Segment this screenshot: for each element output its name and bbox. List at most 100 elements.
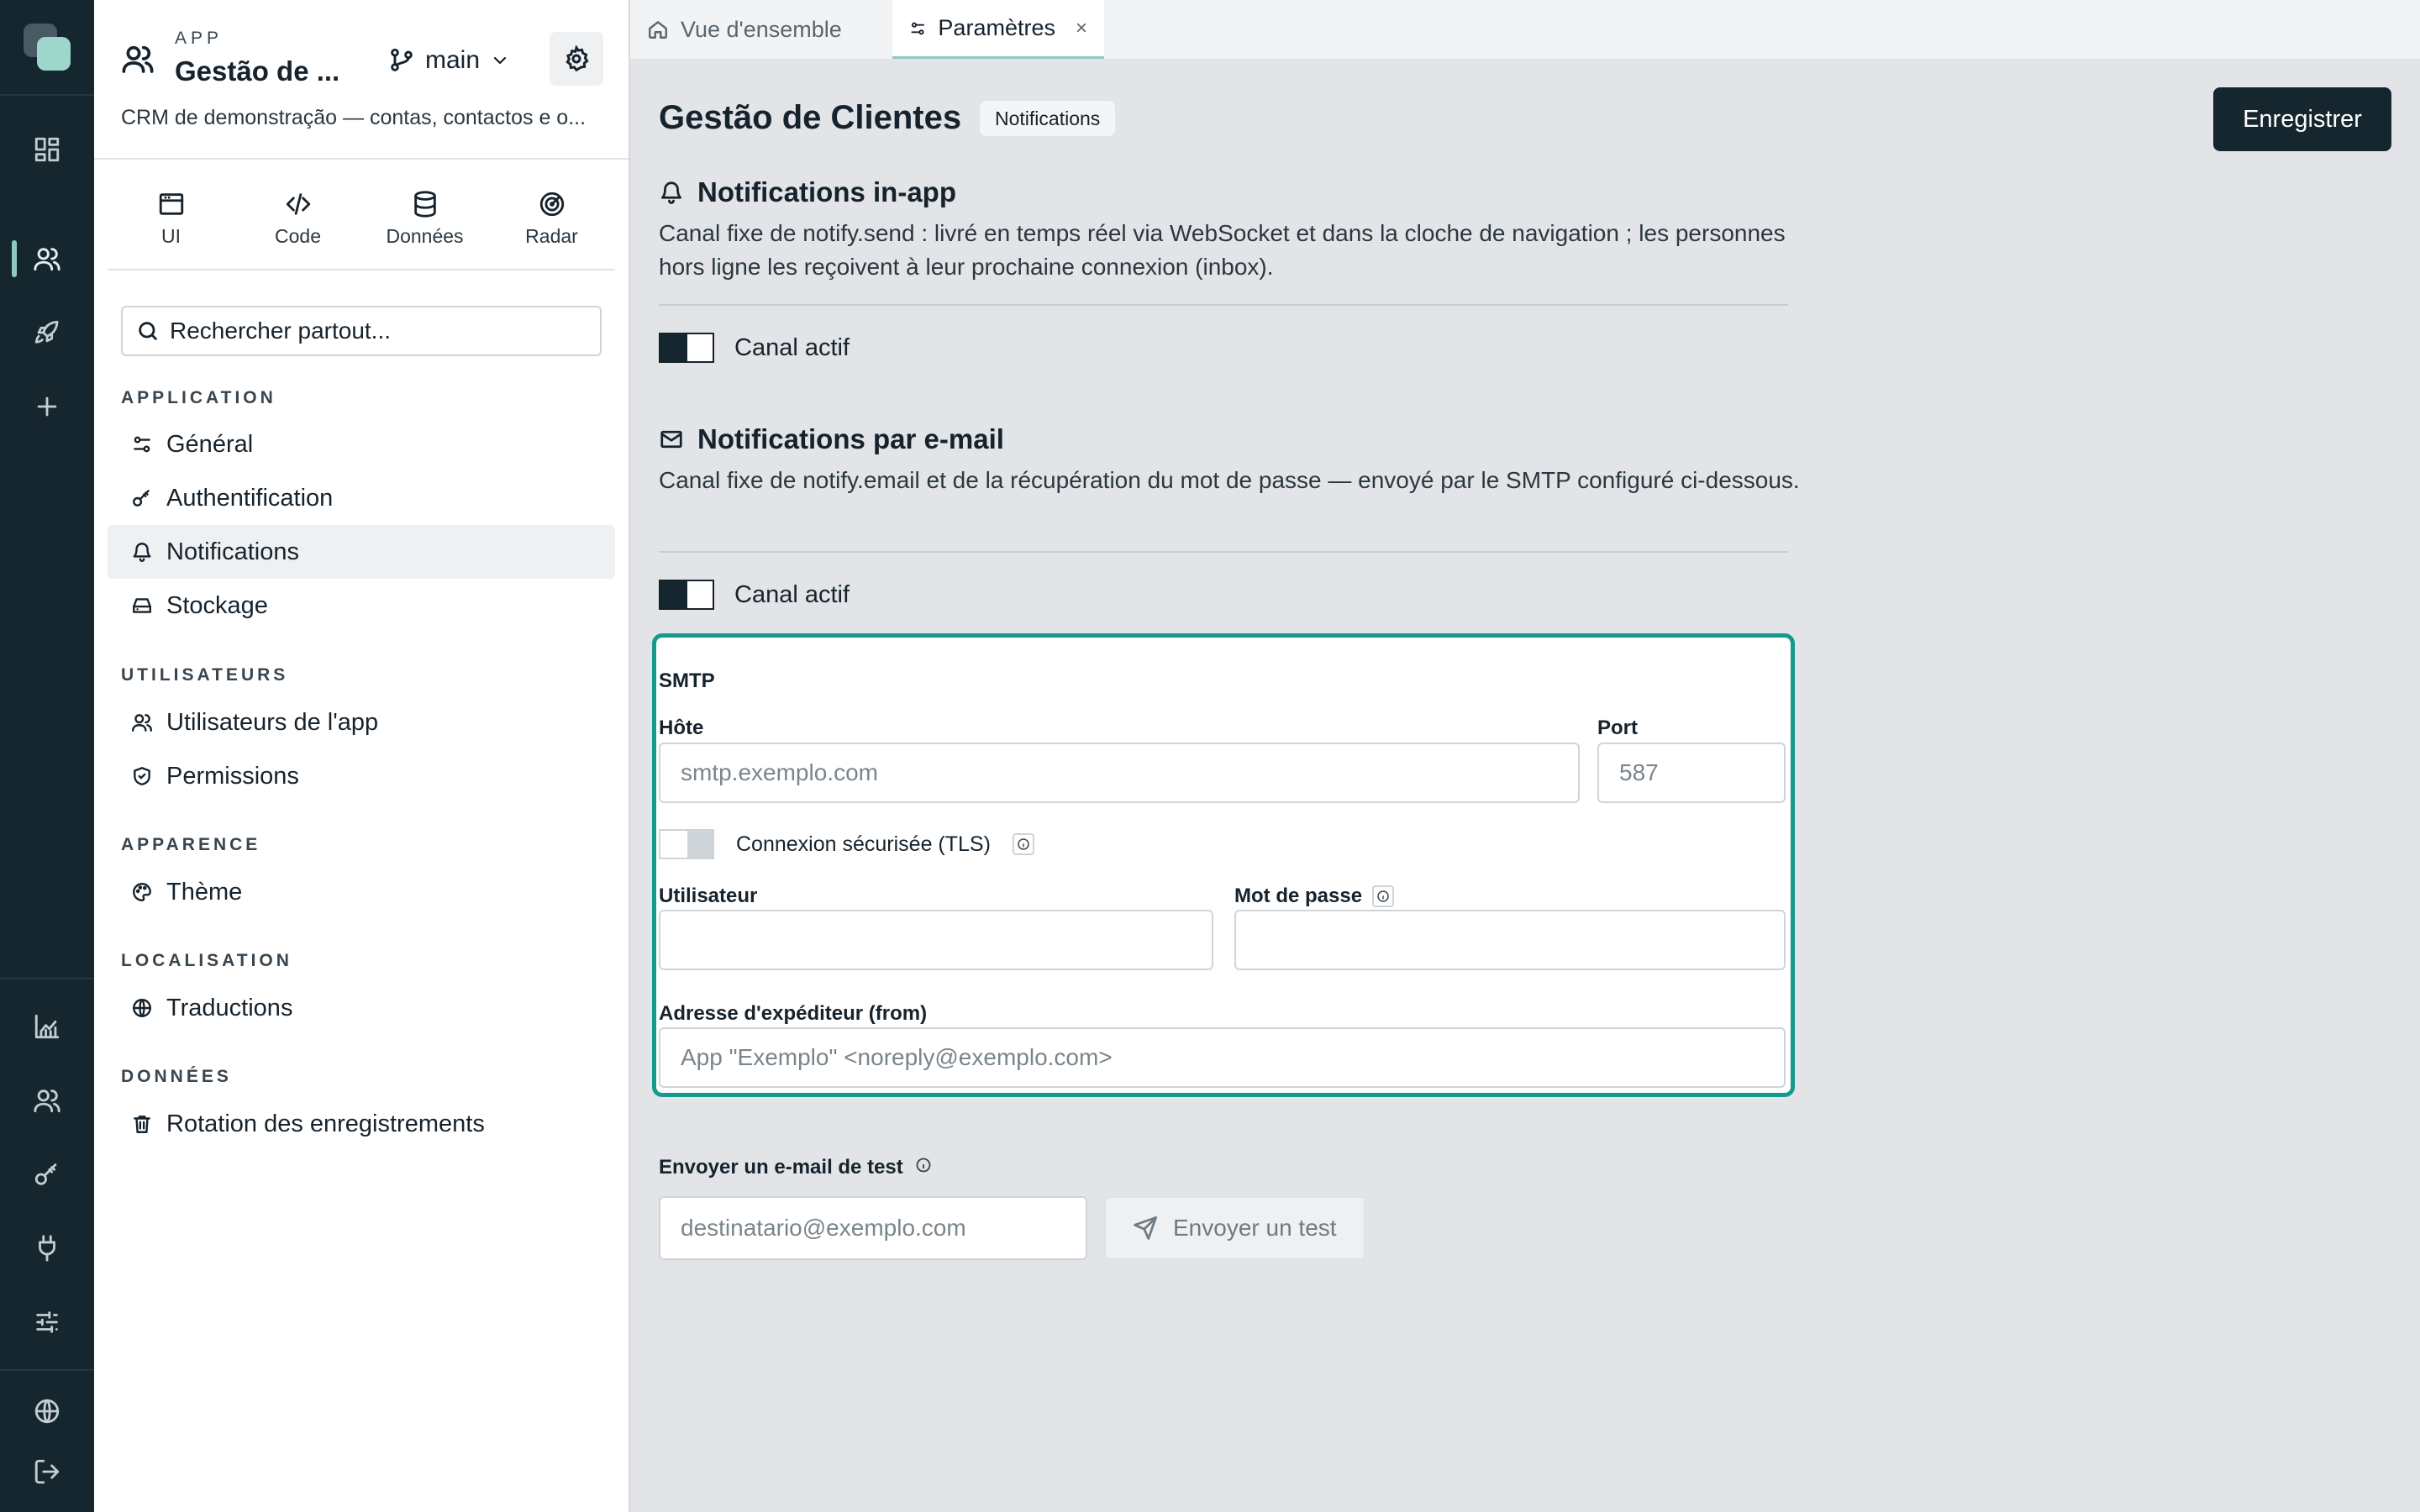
rail-analytics-icon[interactable]	[0, 993, 94, 1060]
sidebar-item-theme[interactable]: Thème	[108, 865, 615, 919]
rail-plug-icon[interactable]	[0, 1215, 94, 1282]
password-label: Mot de passe	[1234, 885, 1363, 907]
divider	[659, 551, 1788, 553]
app-header: APP Gestão de ... main CRM de demonstraç…	[94, 0, 629, 160]
mail-icon	[660, 430, 682, 449]
logo[interactable]	[24, 24, 71, 71]
window-icon	[159, 192, 183, 215]
rail-sliders-icon[interactable]	[0, 1289, 94, 1356]
info-icon[interactable]	[1372, 885, 1395, 907]
rail-key-icon[interactable]	[0, 1141, 94, 1208]
database-icon	[413, 190, 436, 218]
from-label: Adresse d'expéditeur (from)	[659, 1002, 928, 1025]
section-utilisateurs: UTILISATEURS	[121, 665, 289, 685]
user-label: Utilisateur	[659, 885, 758, 907]
from-field[interactable]	[659, 1027, 1786, 1088]
sidebar-tab-code[interactable]: Code	[234, 168, 361, 269]
sidebar-search[interactable]	[121, 306, 602, 356]
password-label-row: Mot de passe	[1234, 885, 1395, 908]
users-icon	[121, 42, 155, 76]
smtp-settings-panel: SMTP Hôte Port Connexion sécurisée (TLS)…	[652, 633, 1795, 1097]
shield-check-icon	[134, 767, 150, 785]
host-field[interactable]	[659, 743, 1580, 803]
host-label: Hôte	[659, 717, 704, 739]
port-input[interactable]	[1619, 759, 1784, 786]
app-kicker: APP	[175, 29, 224, 48]
sidebar-item-general[interactable]: Général	[108, 417, 615, 471]
test-email-label-row: Envoyer un e-mail de test	[659, 1156, 932, 1179]
search-icon	[139, 322, 157, 340]
password-input[interactable]	[1256, 927, 1784, 953]
sidebar-item-rotation[interactable]: Rotation des enregistrements	[108, 1097, 615, 1151]
sidebar-tab-donnees[interactable]: Données	[361, 168, 488, 269]
rail-plus-icon[interactable]	[0, 373, 94, 440]
section-donnees: DONNÉES	[121, 1067, 232, 1086]
section-application: APPLICATION	[121, 388, 276, 407]
tab-settings[interactable]: Paramètres ×	[892, 0, 1104, 59]
main-content: Gestão de Clientes Notifications Enregis…	[630, 59, 2420, 1512]
send-test-button[interactable]: Envoyer un test	[1104, 1196, 1365, 1260]
chevron-down-icon	[493, 56, 507, 65]
close-icon[interactable]: ×	[1076, 17, 1087, 40]
sidebar-item-permissions[interactable]: Permissions	[108, 749, 615, 803]
from-input[interactable]	[681, 1044, 1784, 1071]
email-active-toggle[interactable]	[659, 580, 714, 610]
rail-dashboard-icon[interactable]	[0, 116, 94, 183]
email-description: Canal fixe de notify.email et de la récu…	[659, 467, 1800, 493]
sidebar-item-authentification[interactable]: Authentification	[108, 471, 615, 525]
sidebar-item-stockage[interactable]: Stockage	[108, 579, 615, 633]
tab-bar: Vue d'ensemble Paramètres ×	[630, 0, 2420, 59]
sidebar-tabs: UI Code Données Radar	[108, 168, 615, 270]
tls-toggle[interactable]	[659, 829, 714, 859]
rail-rocket-icon[interactable]	[0, 299, 94, 366]
password-field[interactable]	[1234, 910, 1786, 970]
radar-icon	[539, 192, 564, 216]
section-localisation: LOCALISATION	[121, 951, 292, 970]
app-settings-button[interactable]	[550, 32, 603, 86]
trash-icon	[134, 1116, 150, 1133]
port-field[interactable]	[1597, 743, 1786, 803]
email-section-title: Notifications par e-mail	[659, 423, 1004, 455]
users-icon	[131, 714, 153, 732]
gear-icon	[566, 45, 589, 72]
tls-toggle-row: Connexion sécurisée (TLS)	[659, 829, 1034, 859]
inapp-toggle-row: Canal actif	[659, 333, 850, 363]
sidebar-tab-ui[interactable]: UI	[108, 168, 234, 269]
rail-users-icon[interactable]	[0, 225, 94, 292]
section-apparence: APPARENCE	[121, 835, 261, 854]
smtp-heading: SMTP	[659, 669, 715, 692]
bell-icon	[133, 543, 151, 562]
send-icon	[1134, 1216, 1157, 1240]
inapp-description: Canal fixe de notify.send : livré en tem…	[659, 220, 1786, 280]
home-icon	[649, 21, 667, 39]
save-button[interactable]: Enregistrer	[2213, 87, 2391, 151]
info-icon[interactable]	[1012, 833, 1034, 855]
branch-selector[interactable]: main	[388, 42, 510, 79]
test-recipient-field[interactable]	[659, 1196, 1087, 1260]
rail-team-icon[interactable]	[0, 1067, 94, 1134]
tls-label: Connexion sécurisée (TLS)	[736, 832, 991, 856]
test-recipient-input[interactable]	[681, 1215, 1086, 1242]
sidebar-tab-radar[interactable]: Radar	[488, 168, 615, 269]
settings-sliders-icon	[134, 436, 150, 453]
inapp-active-toggle[interactable]	[659, 333, 714, 363]
search-input[interactable]	[170, 318, 590, 344]
sidebar-item-traductions[interactable]: Traductions	[108, 981, 615, 1035]
info-icon[interactable]	[915, 1156, 932, 1179]
git-branch-icon	[391, 48, 413, 71]
app-rail	[0, 0, 94, 1512]
divider	[659, 304, 1788, 306]
user-field[interactable]	[659, 910, 1213, 970]
sidebar-item-notifications[interactable]: Notifications	[108, 525, 615, 579]
code-icon	[286, 192, 310, 215]
sidebar-item-app-users[interactable]: Utilisateurs de l'app	[108, 696, 615, 749]
user-input[interactable]	[681, 927, 1212, 953]
tab-overview[interactable]: Vue d'ensemble	[630, 0, 892, 59]
page-badge: Notifications	[980, 101, 1116, 136]
sidebar: APP Gestão de ... main CRM de demonstraç…	[94, 0, 630, 1512]
test-email-label: Envoyer un e-mail de test	[659, 1156, 903, 1179]
palette-icon	[133, 883, 151, 901]
rail-logout-icon[interactable]	[0, 1438, 94, 1505]
host-input[interactable]	[681, 759, 1578, 786]
rail-globe-icon[interactable]	[0, 1378, 94, 1445]
